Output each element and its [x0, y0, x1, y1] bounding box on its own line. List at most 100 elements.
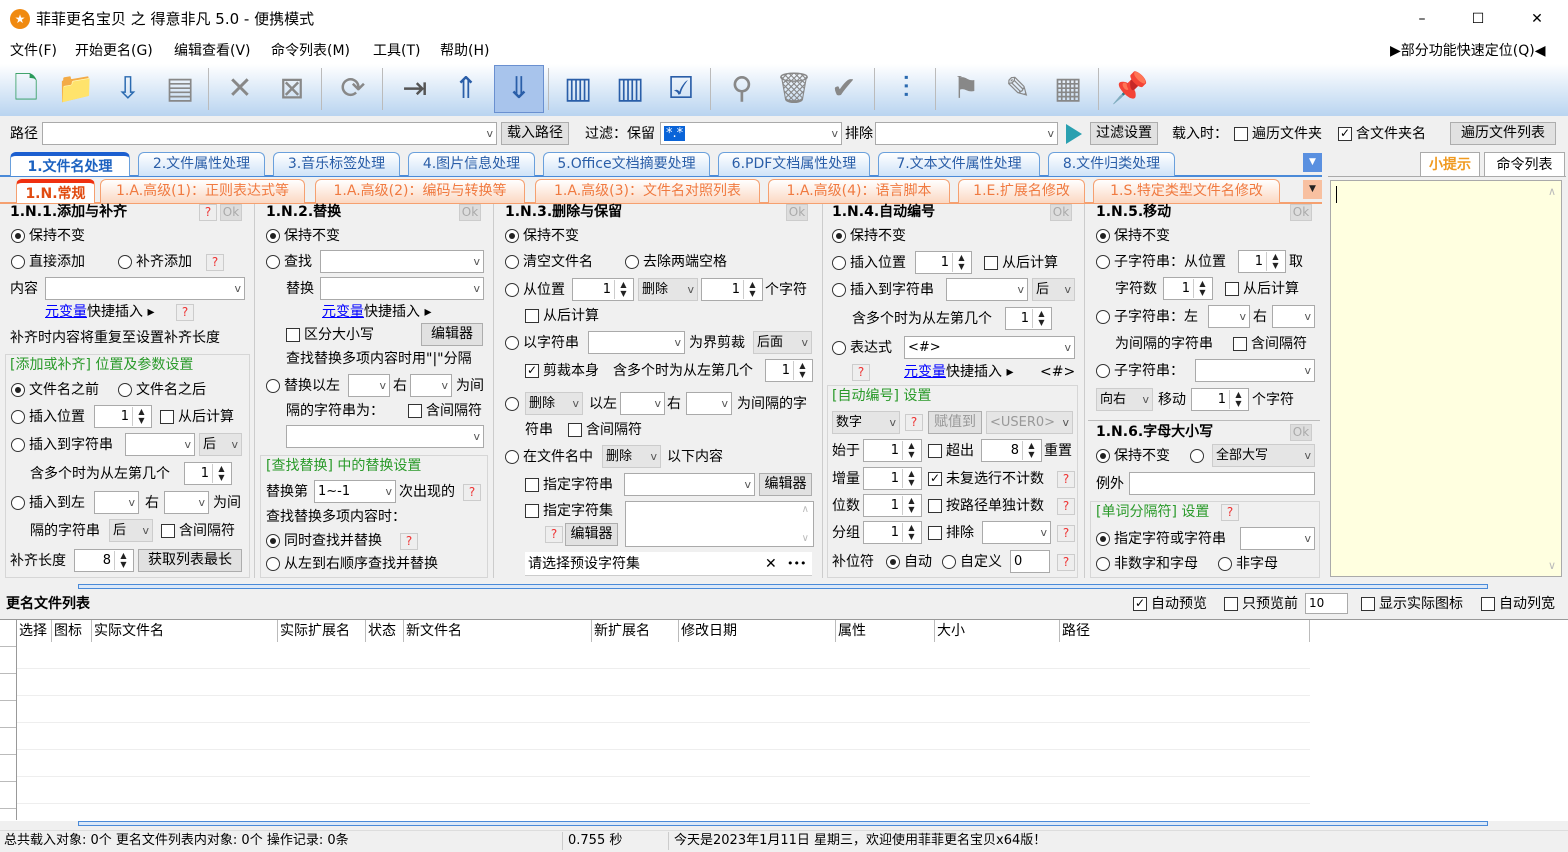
direction-combo[interactable]: 向右 v	[1096, 388, 1153, 411]
spinner-arrows-icon[interactable]: ▲ ▼	[1266, 252, 1284, 271]
pad-length-spinner[interactable]: 8 ▲ ▼	[74, 549, 134, 572]
maximize-button[interactable]: ☐	[1466, 9, 1490, 29]
spinner-arrows-icon[interactable]: ▲ ▼	[1229, 390, 1247, 409]
move-right-icon[interactable]: ⇥	[393, 66, 437, 112]
specified-string-checkbox[interactable]: 指定字符串	[525, 475, 613, 495]
spinner-arrows-icon[interactable]: ▲ ▼	[212, 464, 230, 483]
load-path-button[interactable]: 载入路径	[501, 122, 569, 145]
position-spinner[interactable]: 1 ▲ ▼	[572, 278, 634, 301]
specified-charset-checkbox[interactable]: 指定字符集	[525, 501, 613, 521]
help-button[interactable]: ?	[463, 484, 481, 501]
from-back-checkbox[interactable]: 从后计算	[984, 253, 1058, 273]
scroll-down-icon[interactable]: ∨	[1548, 559, 1556, 572]
boundary-string-combo[interactable]: v	[588, 331, 685, 354]
traverse-list-button[interactable]: 遍历文件列表	[1450, 122, 1556, 145]
exceed-checkbox[interactable]: 超出	[928, 441, 974, 461]
substring-radio[interactable]: 子字符串：	[1096, 361, 1184, 381]
right-combo[interactable]: v	[1272, 305, 1315, 328]
quick-insert-menu[interactable]: 快捷插入 ▸	[364, 304, 431, 320]
insert-position-spinner[interactable]: 1 ▲ ▼	[915, 251, 972, 274]
help-button[interactable]: ?	[1221, 504, 1239, 521]
quick-locate-menu[interactable]: ▶部分功能快速定位(Q)◀	[1390, 41, 1545, 61]
scroll-up-icon[interactable]: ∧	[802, 504, 809, 515]
replace-left-radio[interactable]: 替换以左	[266, 376, 340, 396]
specified-string-combo[interactable]: v	[624, 473, 755, 496]
sequential-radio[interactable]: 从左到右顺序查找并替换	[266, 554, 438, 574]
substring-from-radio[interactable]: 子字符串：从位置	[1096, 252, 1226, 272]
subtab-regex[interactable]: 1.A.高级(1)：正则表达式等	[100, 179, 305, 203]
spinner-arrows-icon[interactable]: ▲ ▼	[952, 253, 970, 272]
pad-add-radio[interactable]: 补齐添加	[118, 252, 192, 272]
column-new-extension[interactable]: 新扩展名	[592, 620, 679, 642]
show-icons-checkbox[interactable]: 显示实际图标	[1361, 594, 1463, 614]
ok-button[interactable]: Ok	[220, 204, 242, 221]
clear-name-radio[interactable]: 清空文件名	[505, 252, 593, 272]
check-circle-icon[interactable]: ✔	[822, 66, 866, 112]
from-position-radio[interactable]: 从位置	[505, 280, 565, 300]
column-path[interactable]: 路径	[1060, 620, 1310, 642]
spinner-arrows-icon[interactable]: ▲ ▼	[902, 441, 920, 460]
include-separator-checkbox[interactable]: 含间隔符	[161, 521, 235, 541]
clear-icon[interactable]: ✕	[765, 552, 777, 576]
column-size[interactable]: 大小	[935, 620, 1060, 642]
columns-icon[interactable]: ▥	[608, 66, 652, 112]
add-folder-icon[interactable]: 📁	[54, 66, 98, 112]
filter-settings-button[interactable]: 过滤设置	[1090, 122, 1158, 145]
ok-button[interactable]: Ok	[1290, 424, 1312, 441]
spinner-arrows-icon[interactable]: ▲ ▼	[793, 361, 811, 380]
spinner-arrows-icon[interactable]: ▲ ▼	[1193, 279, 1211, 298]
keep-radio[interactable]: 保持不变	[266, 226, 340, 246]
menu-file[interactable]: 文件(F)	[10, 41, 57, 61]
group-size-spinner[interactable]: 1 ▲ ▼	[863, 521, 922, 544]
nth-spinner[interactable]: 1 ▲ ▼	[1005, 307, 1052, 330]
right-combo[interactable]: v	[164, 491, 209, 514]
help-button[interactable]: ?	[1057, 554, 1075, 571]
column-select[interactable]: 选择	[17, 620, 52, 642]
case-mode-combo[interactable]: 全部大写 v	[1212, 444, 1315, 467]
column-filename[interactable]: 实际文件名	[92, 620, 278, 642]
char-count-spinner[interactable]: 1 ▲ ▼	[701, 278, 763, 301]
skip-unchecked-checkbox[interactable]: 未复选行不计数	[928, 469, 1044, 489]
refresh-icon[interactable]: ⟳	[331, 66, 375, 112]
keep-radio[interactable]: 保持不变	[505, 226, 579, 246]
insert-to-string-radio[interactable]: 插入到字符串	[11, 435, 113, 455]
left-combo[interactable]: v	[94, 491, 139, 514]
separator-combo[interactable]: v	[1240, 527, 1315, 550]
start-spinner[interactable]: 1 ▲ ▼	[863, 439, 922, 462]
direct-add-radio[interactable]: 直接添加	[11, 252, 85, 272]
traverse-folders-checkbox[interactable]: 遍历文件夹	[1234, 124, 1322, 144]
include-separator-checkbox[interactable]: 含间隔符	[568, 420, 642, 440]
meta-variable-link[interactable]: 元变量	[322, 304, 364, 320]
quick-insert-menu[interactable]: 快捷插入 ▸	[87, 304, 154, 320]
spinner-arrows-icon[interactable]: ▲ ▼	[743, 280, 761, 299]
help-button[interactable]: ?	[199, 204, 217, 221]
subtab-script[interactable]: 1.A.高级(4)：语言脚本	[768, 179, 950, 203]
editor-button[interactable]: 编辑器	[759, 473, 812, 496]
tab-text-attributes[interactable]: 7.文本文件属性处理	[878, 152, 1040, 176]
menu-tools[interactable]: 工具(T)	[373, 41, 420, 61]
include-separator-checkbox[interactable]: 含间隔符	[408, 401, 482, 421]
exception-input[interactable]	[1129, 472, 1315, 495]
insert-string-combo[interactable]: v	[125, 433, 195, 456]
help-button[interactable]: ?	[852, 364, 870, 381]
substring-position-spinner[interactable]: 1 ▲ ▼	[1238, 250, 1286, 273]
edit-table-icon[interactable]: ✎	[996, 66, 1040, 112]
keep-radio[interactable]: 保持不变	[1096, 446, 1170, 466]
from-back-checkbox[interactable]: 从后计算	[1225, 279, 1299, 299]
help-button[interactable]: ?	[1057, 498, 1075, 515]
increment-spinner[interactable]: 1 ▲ ▼	[863, 467, 922, 490]
remove-icon[interactable]: ✕	[218, 66, 262, 112]
spinner-arrows-icon[interactable]: ▲ ▼	[902, 496, 920, 515]
nth-spinner[interactable]: 1 ▲ ▼	[765, 359, 813, 382]
export-list-icon[interactable]: ▤	[158, 66, 202, 112]
subtab-encoding[interactable]: 1.A.高级(2)：编码与转换等	[315, 179, 525, 203]
by-string-radio[interactable]: 以字符串	[505, 333, 579, 353]
side-tab-tips[interactable]: 小提示	[1420, 152, 1480, 176]
meta-variable-link[interactable]: 元变量	[45, 304, 87, 320]
keep-radio[interactable]: 保持不变	[832, 226, 906, 246]
substring-combo[interactable]: v	[1195, 359, 1315, 382]
column-modified-date[interactable]: 修改日期	[679, 620, 836, 642]
scroll-up-icon[interactable]: ∧	[1548, 185, 1556, 198]
menu-start-rename[interactable]: 开始更名(G)	[75, 41, 153, 61]
left-combo[interactable]: v	[348, 374, 390, 397]
